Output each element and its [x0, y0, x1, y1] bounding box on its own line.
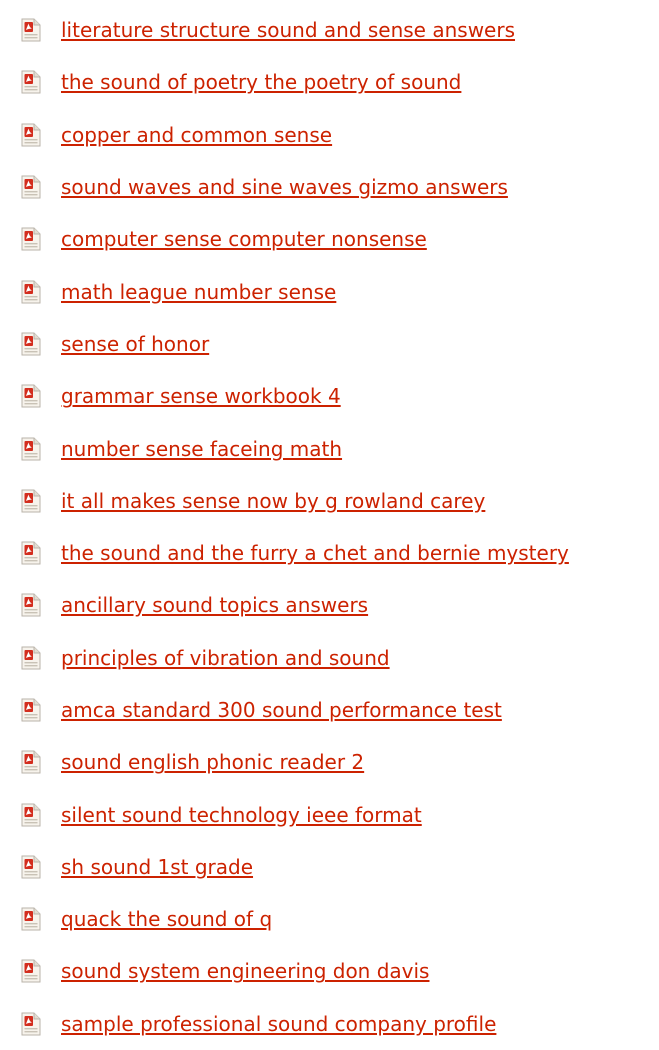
list-item: sense of honor — [0, 318, 659, 370]
pdf-link[interactable]: literature structure sound and sense ans… — [61, 18, 515, 42]
list-item: literature structure sound and sense ans… — [0, 4, 659, 56]
pdf-file-icon[interactable] — [21, 227, 41, 251]
pdf-link[interactable]: sound system engineering don davis — [61, 959, 429, 983]
list-item: copper and common sense — [0, 109, 659, 161]
list-item: silent sound technology ieee format — [0, 788, 659, 840]
list-item: principles of vibration and sound — [0, 632, 659, 684]
pdf-link[interactable]: grammar sense workbook 4 — [61, 384, 341, 408]
pdf-file-icon[interactable] — [21, 803, 41, 827]
list-item: math league number sense — [0, 265, 659, 317]
list-item: it all makes sense now by g rowland care… — [0, 475, 659, 527]
pdf-link[interactable]: sample professional sound company profil… — [61, 1012, 496, 1036]
pdf-link[interactable]: the sound and the furry a chet and berni… — [61, 541, 569, 565]
pdf-file-icon[interactable] — [21, 698, 41, 722]
pdf-file-icon[interactable] — [21, 280, 41, 304]
pdf-file-icon[interactable] — [21, 855, 41, 879]
pdf-link[interactable]: computer sense computer nonsense — [61, 227, 427, 251]
pdf-file-icon[interactable] — [21, 907, 41, 931]
list-item: sound english phonic reader 2 — [0, 736, 659, 788]
list-item: sample professional sound company profil… — [0, 998, 659, 1050]
list-item: the sound of poetry the poetry of sound — [0, 56, 659, 108]
pdf-link[interactable]: number sense faceing math — [61, 437, 342, 461]
pdf-link[interactable]: quack the sound of q — [61, 907, 272, 931]
list-item: number sense faceing math — [0, 422, 659, 474]
pdf-file-icon[interactable] — [21, 541, 41, 565]
pdf-file-icon[interactable] — [21, 70, 41, 94]
pdf-link[interactable]: sh sound 1st grade — [61, 855, 253, 879]
pdf-link[interactable]: principles of vibration and sound — [61, 646, 390, 670]
pdf-link[interactable]: the sound of poetry the poetry of sound — [61, 70, 461, 94]
pdf-file-icon[interactable] — [21, 959, 41, 983]
pdf-link[interactable]: ancillary sound topics answers — [61, 593, 368, 617]
pdf-link[interactable]: copper and common sense — [61, 123, 332, 147]
pdf-file-icon[interactable] — [21, 489, 41, 513]
pdf-link-list: literature structure sound and sense ans… — [0, 4, 659, 1050]
pdf-file-icon[interactable] — [21, 437, 41, 461]
pdf-file-icon[interactable] — [21, 1012, 41, 1036]
pdf-file-icon[interactable] — [21, 123, 41, 147]
list-item: grammar sense workbook 4 — [0, 370, 659, 422]
list-item: the sound and the furry a chet and berni… — [0, 527, 659, 579]
pdf-file-icon[interactable] — [21, 646, 41, 670]
list-item: sound system engineering don davis — [0, 945, 659, 997]
pdf-file-icon[interactable] — [21, 384, 41, 408]
pdf-file-icon[interactable] — [21, 18, 41, 42]
list-item: quack the sound of q — [0, 893, 659, 945]
pdf-file-icon[interactable] — [21, 332, 41, 356]
list-item: sound waves and sine waves gizmo answers — [0, 161, 659, 213]
pdf-file-icon[interactable] — [21, 593, 41, 617]
list-item: amca standard 300 sound performance test — [0, 684, 659, 736]
pdf-link[interactable]: sound waves and sine waves gizmo answers — [61, 175, 508, 199]
pdf-link[interactable]: silent sound technology ieee format — [61, 803, 422, 827]
pdf-link[interactable]: math league number sense — [61, 280, 336, 304]
pdf-file-icon[interactable] — [21, 750, 41, 774]
pdf-link[interactable]: it all makes sense now by g rowland care… — [61, 489, 485, 513]
list-item: computer sense computer nonsense — [0, 213, 659, 265]
pdf-link[interactable]: sense of honor — [61, 332, 209, 356]
list-item: ancillary sound topics answers — [0, 579, 659, 631]
list-item: sh sound 1st grade — [0, 841, 659, 893]
pdf-link[interactable]: amca standard 300 sound performance test — [61, 698, 502, 722]
pdf-link[interactable]: sound english phonic reader 2 — [61, 750, 364, 774]
pdf-file-icon[interactable] — [21, 175, 41, 199]
